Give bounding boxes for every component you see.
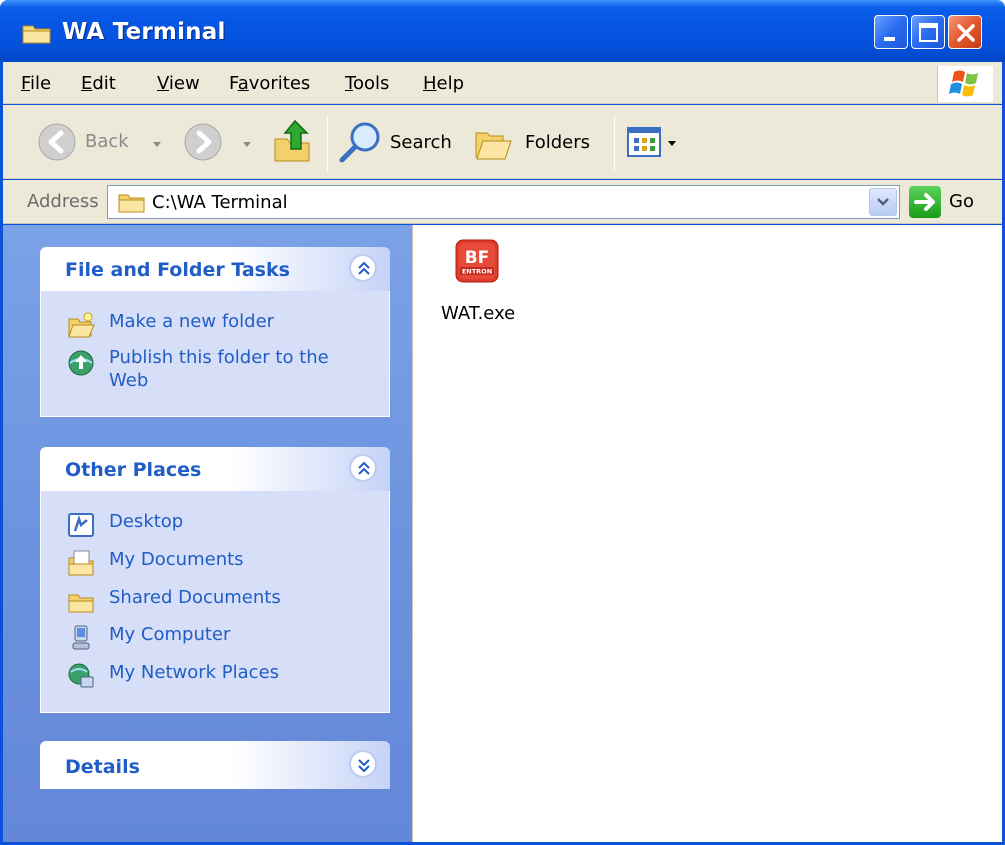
menu-edit[interactable]: Edit (81, 73, 116, 94)
maximize-button[interactable] (911, 15, 945, 49)
chevron-up-double-icon (358, 261, 370, 275)
file-name: WAT.exe (441, 303, 516, 324)
chevron-down-double-icon (358, 759, 370, 773)
new-folder-icon (68, 312, 95, 338)
panel-title: Details (65, 756, 140, 778)
desktop-icon (68, 513, 94, 537)
forward-dropdown-icon[interactable] (243, 142, 251, 147)
back-dropdown-icon[interactable] (153, 142, 161, 147)
maximize-icon (919, 23, 938, 42)
expand-button[interactable] (350, 751, 376, 777)
app-logo-text: BF (465, 248, 490, 268)
panel-header[interactable]: Details (40, 741, 390, 789)
address-input[interactable]: C:\WA Terminal (107, 185, 900, 219)
shared-documents-icon (68, 594, 94, 613)
application-icon: BF ENTRON (455, 239, 499, 283)
panel-header[interactable]: File and Folder Tasks (40, 247, 390, 291)
details-panel: Details (40, 741, 390, 789)
minimize-icon (884, 37, 895, 41)
panel-body: Make a new folder Publish this folder to… (40, 291, 390, 417)
collapse-button[interactable] (350, 455, 376, 481)
menu-tools[interactable]: Tools (345, 73, 389, 94)
window-title: WA Terminal (62, 19, 226, 45)
panel-title: File and Folder Tasks (65, 259, 290, 281)
search-button[interactable]: Search (337, 119, 457, 165)
close-button[interactable] (948, 15, 982, 49)
back-button[interactable]: Back (37, 122, 147, 162)
chevron-up-double-icon (358, 461, 370, 475)
publish-web-icon (68, 350, 94, 376)
panel-body: Desktop My Documents Shared Documents My… (40, 491, 390, 713)
toolbar-separator (614, 115, 615, 171)
up-folder-button[interactable] (271, 117, 315, 165)
back-arrow-icon (38, 123, 76, 161)
address-bar: Address C:\WA Terminal Go (3, 180, 1002, 224)
toolbar: Back Search Folders (3, 105, 1002, 179)
collapse-button[interactable] (350, 255, 376, 281)
views-dropdown-icon (668, 141, 676, 146)
forward-arrow-icon (184, 123, 222, 161)
search-icon (339, 122, 380, 163)
app-logo-subtext: ENTRON (462, 268, 492, 276)
menu-help[interactable]: Help (423, 73, 464, 94)
menu-view[interactable]: View (157, 73, 200, 94)
folders-button[interactable]: Folders (473, 121, 603, 165)
address-value: C:\WA Terminal (152, 192, 288, 213)
menu-file[interactable]: File (21, 73, 51, 94)
menu-bar: File Edit View Favorites Tools Help (3, 62, 1002, 104)
address-dropdown-button[interactable] (869, 188, 897, 216)
panel-title: Other Places (65, 459, 202, 481)
title-bar[interactable]: WA Terminal (0, 0, 1005, 62)
folders-icon (475, 132, 512, 160)
close-icon (957, 24, 975, 42)
my-computer-icon (72, 625, 90, 650)
up-folder-icon (274, 119, 310, 162)
my-documents-icon (68, 550, 94, 576)
chevron-down-icon (877, 198, 889, 206)
other-places-panel: Other Places Desktop My Documents Shared… (40, 447, 390, 713)
go-button[interactable] (909, 186, 941, 218)
views-grid-icon (627, 127, 661, 157)
network-places-icon (68, 663, 94, 688)
windows-logo (937, 66, 993, 102)
minimize-button[interactable] (874, 15, 908, 49)
menu-favorites[interactable]: Favorites (229, 73, 310, 94)
windows-flag-icon (949, 70, 978, 97)
toolbar-separator (327, 115, 328, 171)
go-arrow-icon (914, 193, 935, 211)
go-label[interactable]: Go (949, 191, 974, 212)
folder-icon (22, 25, 51, 44)
folder-icon (118, 194, 145, 213)
explorer-window: WA Terminal File Edit View Favorites Too… (0, 0, 1005, 845)
panel-header[interactable]: Other Places (40, 447, 390, 491)
address-label: Address (27, 191, 99, 212)
task-pane: File and Folder Tasks Make a new folder (3, 225, 412, 842)
forward-button[interactable] (183, 122, 223, 162)
file-folder-tasks-panel: File and Folder Tasks Make a new folder (40, 247, 390, 417)
file-list-view[interactable]: BF ENTRON WAT.exe (412, 225, 1002, 842)
views-button[interactable] (627, 126, 677, 160)
